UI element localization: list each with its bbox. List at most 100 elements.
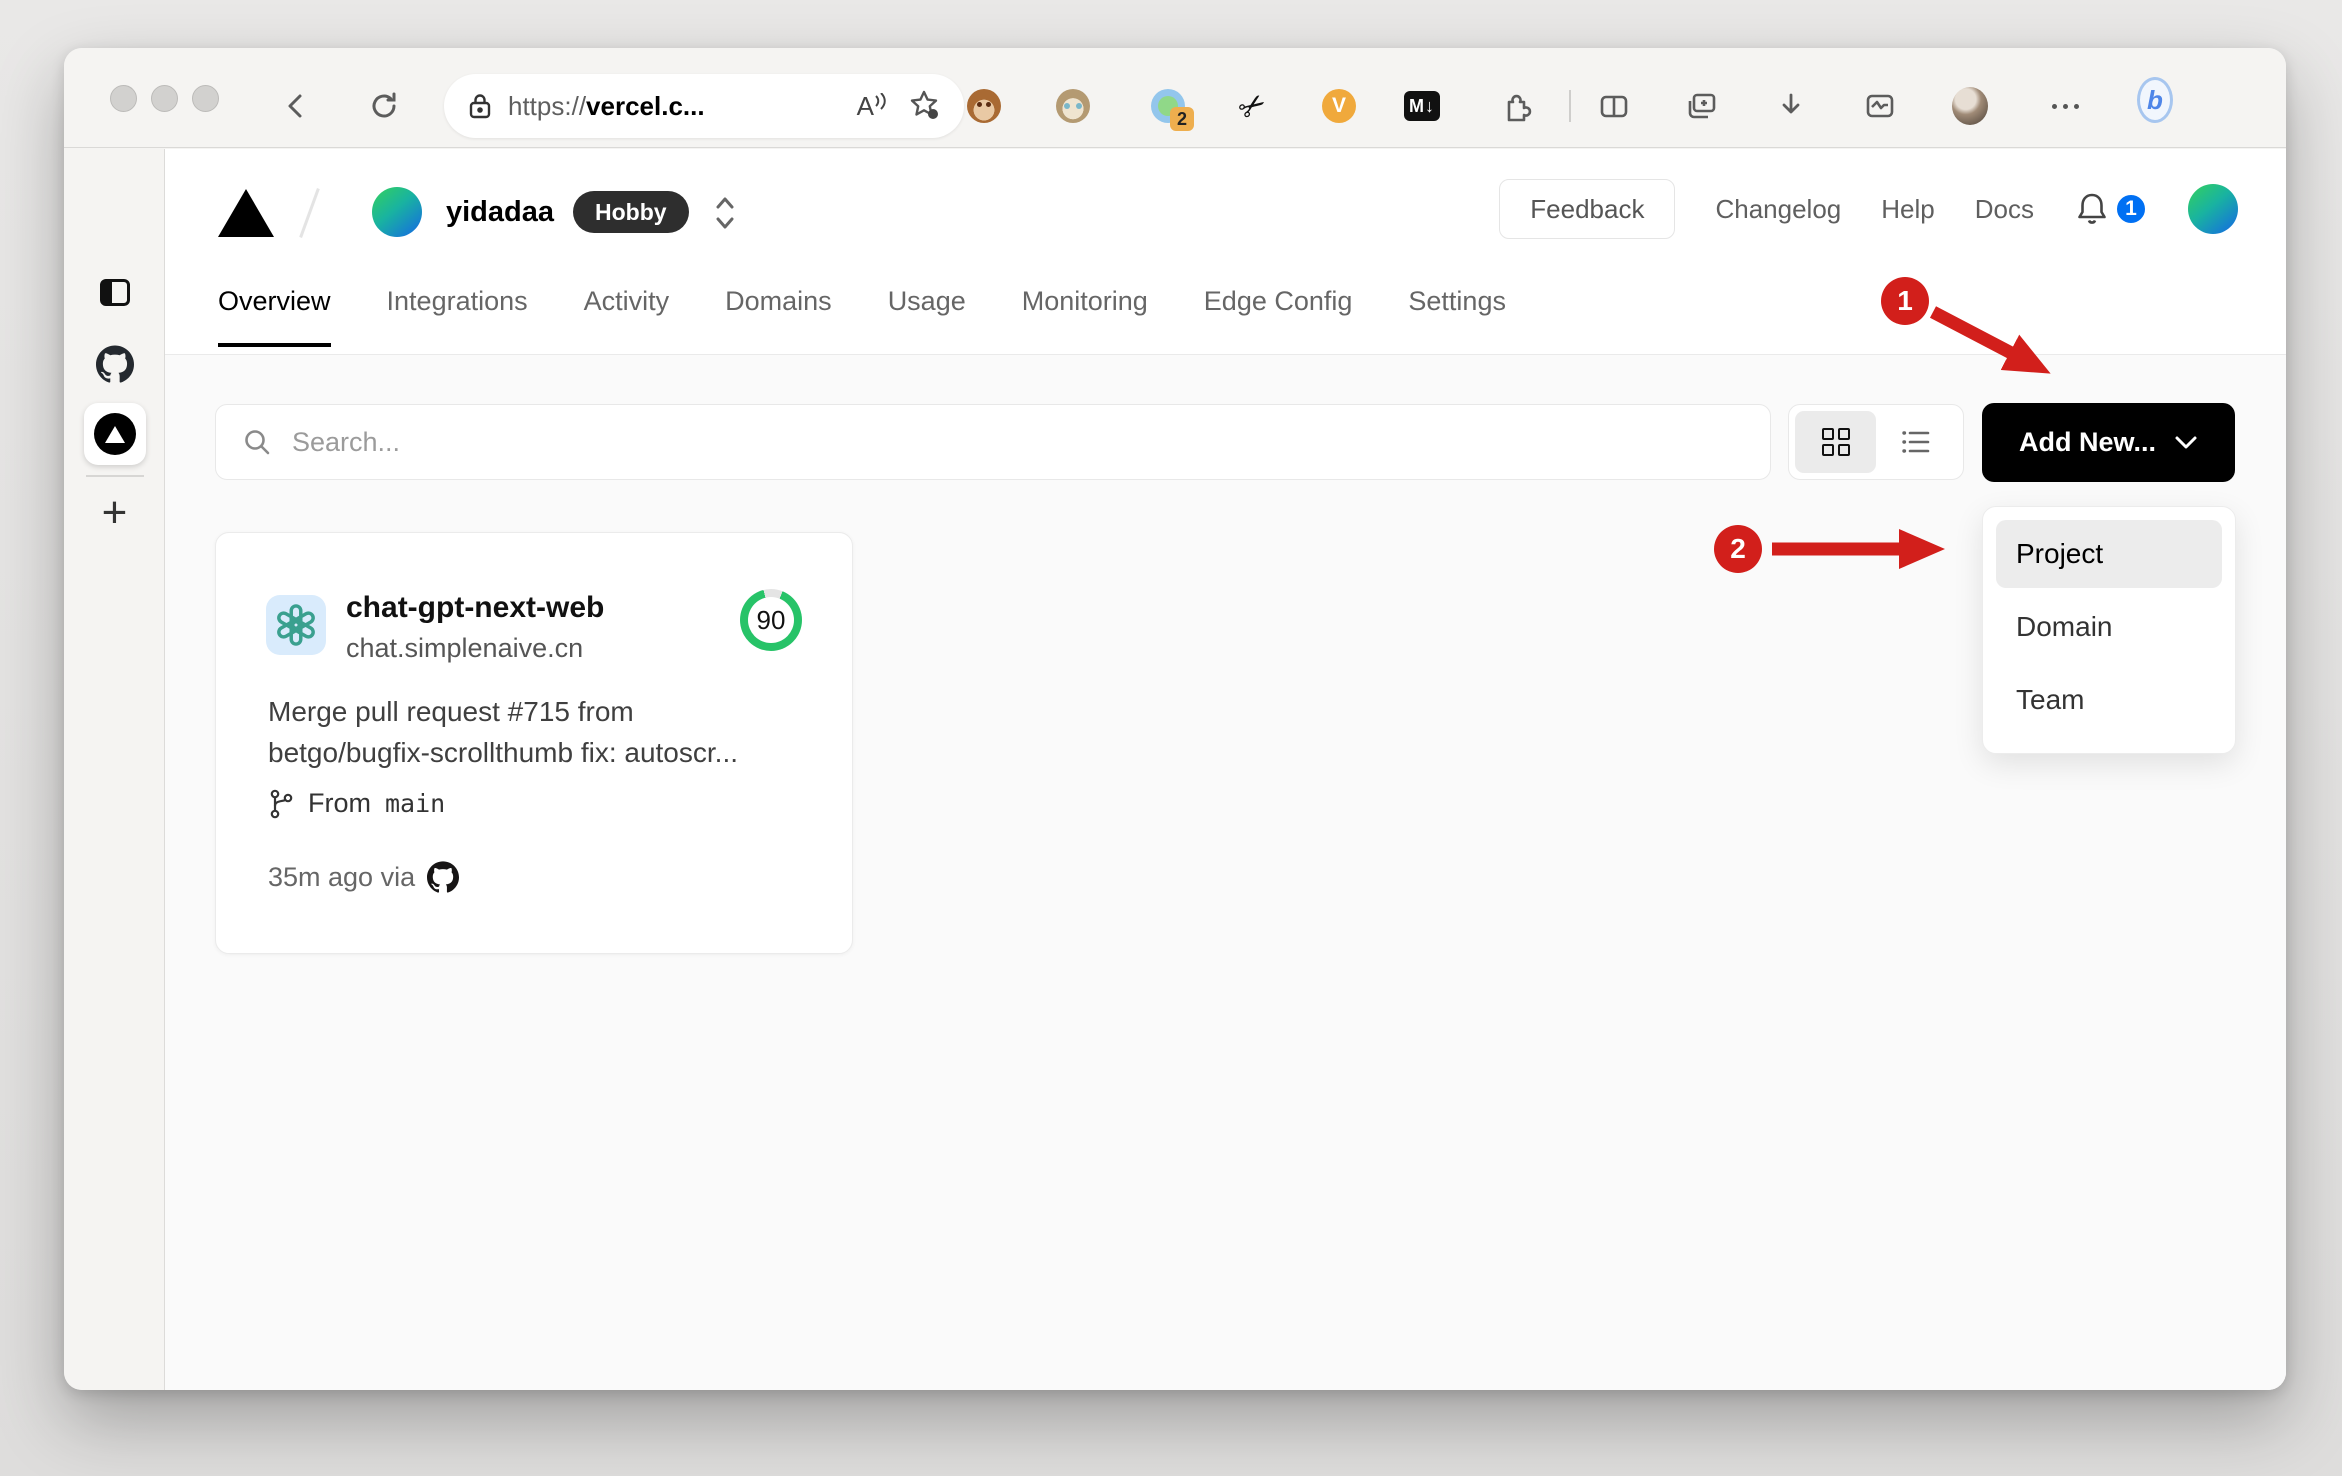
tab-activity[interactable]: Activity: [584, 286, 670, 347]
commit-line-2: betgo/bugfix-scrollthumb fix: autoscr...: [268, 737, 738, 768]
grid-view-button[interactable]: [1795, 411, 1876, 473]
vercel-logo-icon[interactable]: [218, 189, 274, 237]
monkey-icon: [967, 89, 1001, 123]
add-new-menu: Project Domain Team: [1982, 506, 2236, 754]
dashboard-content: Add New... Project Domain Team: [165, 354, 2286, 1390]
tab-usage[interactable]: Usage: [888, 286, 966, 347]
url-domain: vercel.c...: [586, 90, 705, 121]
add-new-button[interactable]: Add New...: [1982, 403, 2235, 482]
tab-panel-toggle-button[interactable]: [64, 279, 165, 306]
openai-logo-icon: [277, 604, 315, 646]
address-bar[interactable]: https://vercel.c... A: [444, 74, 964, 138]
menu-item-project[interactable]: Project: [1996, 520, 2222, 588]
profile-avatar: [1952, 87, 1988, 125]
tab-github[interactable]: [64, 345, 165, 383]
branch-label: From: [308, 788, 371, 818]
menu-item-team[interactable]: Team: [1996, 666, 2222, 734]
vercel-header: yidadaa Hobby Feedback Changelog Help Do…: [165, 149, 2286, 268]
team-avatar[interactable]: [372, 187, 422, 237]
help-link[interactable]: Help: [1881, 194, 1934, 225]
tab-domains[interactable]: Domains: [725, 286, 832, 347]
sloth-extension-button[interactable]: [1055, 88, 1091, 124]
extensions-menu-button[interactable]: [1498, 88, 1534, 124]
add-favorite-button[interactable]: [908, 88, 940, 125]
profile-button[interactable]: [1952, 87, 1988, 125]
user-avatar[interactable]: [2188, 184, 2238, 234]
notification-count-badge: 1: [2114, 192, 2148, 226]
v-logo-icon: V: [1322, 89, 1356, 123]
bing-chat-button[interactable]: b: [2137, 77, 2173, 123]
new-tab-button[interactable]: +: [64, 488, 165, 537]
tab-integrations[interactable]: Integrations: [387, 286, 528, 347]
minimize-window-button[interactable]: [151, 85, 178, 112]
deploy-meta-row: 35m ago via: [268, 861, 460, 893]
tab-edge-config[interactable]: Edge Config: [1204, 286, 1353, 347]
vercel-favicon: [94, 413, 136, 455]
refresh-button[interactable]: [366, 88, 402, 124]
search-input[interactable]: [292, 426, 1744, 458]
more-menu-button[interactable]: [2047, 88, 2083, 124]
commit-line-1: Merge pull request #715 from: [268, 696, 634, 727]
header-actions: Feedback Changelog Help Docs 1: [1499, 177, 2238, 241]
breadcrumb-slash: [299, 188, 320, 238]
tab-monitoring[interactable]: Monitoring: [1022, 286, 1148, 347]
star-icon: [910, 90, 938, 119]
traffic-lights: [110, 85, 219, 112]
branch-row: From main: [268, 788, 445, 819]
docs-link[interactable]: Docs: [1975, 194, 2034, 225]
split-screen-button[interactable]: [1596, 88, 1632, 124]
changelog-link[interactable]: Changelog: [1715, 194, 1841, 225]
project-domain[interactable]: chat.simplenaive.cn: [346, 633, 583, 664]
v-extension-button[interactable]: V: [1321, 88, 1357, 124]
up-down-chevron-icon: [716, 197, 734, 229]
menu-item-domain[interactable]: Domain: [1996, 593, 2222, 661]
vertical-tabs-sidebar: +: [64, 149, 165, 1390]
list-view-button[interactable]: [1876, 411, 1957, 473]
tab-settings[interactable]: Settings: [1408, 286, 1506, 347]
bing-icon: b: [2137, 77, 2173, 123]
zoom-window-button[interactable]: [192, 85, 219, 112]
url-text: https://vercel.c...: [508, 91, 705, 122]
tab-overview[interactable]: Overview: [218, 286, 331, 347]
github-icon: [95, 345, 134, 383]
lock-icon: [469, 94, 491, 119]
download-icon: [1782, 93, 1800, 114]
collections-button[interactable]: [1684, 88, 1720, 124]
proxy-extension-button[interactable]: 2: [1150, 88, 1194, 131]
tab-vercel-active[interactable]: [84, 403, 146, 465]
browser-toolbar: https://vercel.c... A 2 ✂ V M↓ b: [64, 48, 2286, 148]
add-new-label: Add New...: [2018, 427, 2156, 457]
feedback-button[interactable]: Feedback: [1499, 179, 1676, 239]
collections-icon: [1688, 93, 1716, 119]
vercel-dashboard-page: yidadaa Hobby Feedback Changelog Help Do…: [165, 149, 2286, 1390]
ellipsis-icon: [2051, 103, 2079, 109]
plan-badge: Hobby: [573, 191, 689, 233]
notifications-button[interactable]: 1: [2074, 190, 2148, 228]
extension-count-badge: 2: [1170, 107, 1194, 131]
lighthouse-score-ring[interactable]: 90: [740, 589, 802, 651]
sound-waves-icon: [875, 92, 886, 110]
branch-name: main: [385, 789, 446, 818]
browser-essentials-button[interactable]: [1862, 88, 1898, 124]
back-button[interactable]: [278, 88, 314, 124]
url-scheme: https://: [508, 90, 587, 121]
close-window-button[interactable]: [110, 85, 137, 112]
project-name[interactable]: chat-gpt-next-web: [346, 591, 604, 625]
sidebar-divider: [86, 475, 144, 477]
downloads-button[interactable]: [1773, 88, 1809, 124]
clipper-extension-button[interactable]: ✂: [1230, 83, 1274, 130]
monkey-extension-button[interactable]: [966, 88, 1002, 124]
team-name: yidadaa: [446, 196, 554, 228]
project-card[interactable]: chat-gpt-next-web chat.simplenaive.cn 90…: [215, 532, 853, 954]
refresh-icon: [372, 92, 396, 118]
markdown-extension-button[interactable]: M↓: [1404, 88, 1440, 124]
grid-view-icon: [1821, 428, 1850, 456]
git-branch-icon: [270, 789, 293, 818]
read-aloud-button[interactable]: A: [857, 91, 886, 122]
view-switcher: [1788, 404, 1964, 480]
github-source-icon: [427, 861, 460, 893]
commit-message: Merge pull request #715 from betgo/bugfi…: [268, 691, 813, 773]
plus-icon: +: [101, 488, 128, 537]
team-switcher-button[interactable]: [713, 193, 737, 238]
bell-icon: [2078, 193, 2106, 224]
